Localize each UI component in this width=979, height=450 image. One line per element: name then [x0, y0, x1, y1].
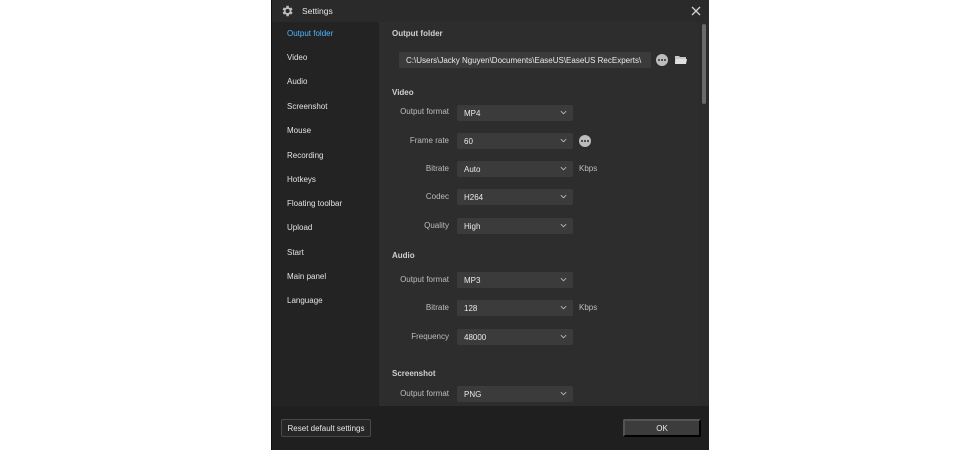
- reset-default-settings-button[interactable]: Reset default settings: [281, 419, 371, 437]
- video-codec-value: H264: [464, 193, 484, 202]
- title-bar: Settings: [272, 0, 709, 22]
- sidebar: Output folder Video Audio Screenshot Mou…: [272, 22, 379, 406]
- ok-button[interactable]: OK: [623, 419, 701, 437]
- audio-bitrate-value: 128: [464, 304, 478, 313]
- dialog-footer: Reset default settings OK: [272, 406, 709, 450]
- sidebar-item-language[interactable]: Language: [287, 296, 323, 308]
- audio-output-format-select[interactable]: MP3: [457, 272, 573, 288]
- chevron-down-icon: [560, 277, 567, 282]
- video-codec-select[interactable]: H264: [457, 189, 573, 205]
- sidebar-item-start[interactable]: Start: [287, 248, 304, 260]
- output-folder-path: C:\Users\Jacky Nguyen\Documents\EaseUS\E…: [406, 56, 642, 65]
- screenshot-output-format-value: PNG: [464, 390, 482, 399]
- video-bitrate-value: Auto: [464, 165, 481, 174]
- section-title-video: Video: [392, 88, 414, 97]
- video-codec-label: Codec: [425, 192, 449, 201]
- chevron-down-icon: [560, 223, 567, 228]
- audio-frequency-value: 48000: [464, 333, 487, 342]
- video-output-format-value: MP4: [464, 109, 481, 118]
- audio-bitrate-unit: Kbps: [579, 303, 598, 312]
- folder-icon[interactable]: [675, 55, 687, 65]
- video-bitrate-select[interactable]: Auto: [457, 161, 573, 177]
- audio-frequency-label: Frequency: [411, 332, 449, 341]
- video-quality-label: Quality: [424, 221, 449, 230]
- audio-output-format-value: MP3: [464, 276, 481, 285]
- video-frame-rate-value: 60: [464, 137, 473, 146]
- sidebar-item-audio[interactable]: Audio: [287, 77, 307, 89]
- sidebar-item-main-panel[interactable]: Main panel: [287, 272, 326, 284]
- video-quality-value: High: [464, 222, 481, 231]
- video-bitrate-label: Bitrate: [425, 164, 449, 173]
- settings-window: Settings Output folder Video Audio Scree…: [271, 0, 709, 450]
- chevron-down-icon: [560, 334, 567, 339]
- sidebar-item-mouse[interactable]: Mouse: [287, 126, 311, 138]
- section-title-audio: Audio: [392, 251, 415, 260]
- chevron-down-icon: [560, 166, 567, 171]
- video-bitrate-unit: Kbps: [579, 164, 598, 173]
- sidebar-item-screenshot[interactable]: Screenshot: [287, 102, 327, 114]
- close-icon: [691, 6, 701, 16]
- chevron-down-icon: [560, 138, 567, 143]
- sidebar-item-video[interactable]: Video: [287, 53, 307, 65]
- output-folder-path-field[interactable]: C:\Users\Jacky Nguyen\Documents\EaseUS\E…: [399, 52, 651, 68]
- audio-frequency-select[interactable]: 48000: [457, 329, 573, 345]
- audio-bitrate-select[interactable]: 128: [457, 300, 573, 316]
- gear-icon: [282, 5, 293, 17]
- content-scrollbar[interactable]: [699, 22, 709, 406]
- scrollbar-thumb[interactable]: [702, 24, 706, 104]
- video-output-format-label: Output format: [400, 107, 449, 116]
- sidebar-item-upload[interactable]: Upload: [287, 223, 312, 235]
- close-button[interactable]: [687, 2, 705, 20]
- window-title: Settings: [302, 6, 333, 16]
- chevron-down-icon: [560, 194, 567, 199]
- section-title-output-folder: Output folder: [392, 29, 443, 38]
- sidebar-item-output-folder[interactable]: Output folder: [287, 29, 333, 41]
- audio-bitrate-label: Bitrate: [425, 303, 449, 312]
- sidebar-item-floating-toolbar[interactable]: Floating toolbar: [287, 199, 342, 211]
- chevron-down-icon: [560, 110, 567, 115]
- video-frame-rate-label: Frame rate: [409, 136, 449, 145]
- sidebar-item-recording[interactable]: Recording: [287, 151, 323, 163]
- screenshot-output-format-select[interactable]: PNG: [457, 386, 573, 402]
- audio-output-format-label: Output format: [400, 275, 449, 284]
- video-output-format-select[interactable]: MP4: [457, 105, 573, 121]
- section-title-screenshot: Screenshot: [392, 369, 436, 378]
- sidebar-item-hotkeys[interactable]: Hotkeys: [287, 175, 316, 187]
- video-quality-select[interactable]: High: [457, 218, 573, 234]
- video-frame-rate-select[interactable]: 60: [457, 133, 573, 149]
- chevron-down-icon: [560, 305, 567, 310]
- screenshot-output-format-label: Output format: [400, 389, 449, 398]
- frame-rate-more-button[interactable]: [579, 135, 591, 147]
- chevron-down-icon: [560, 391, 567, 396]
- settings-content: Output folder C:\Users\Jacky Nguyen\Docu…: [379, 22, 699, 406]
- path-more-button[interactable]: [656, 54, 668, 66]
